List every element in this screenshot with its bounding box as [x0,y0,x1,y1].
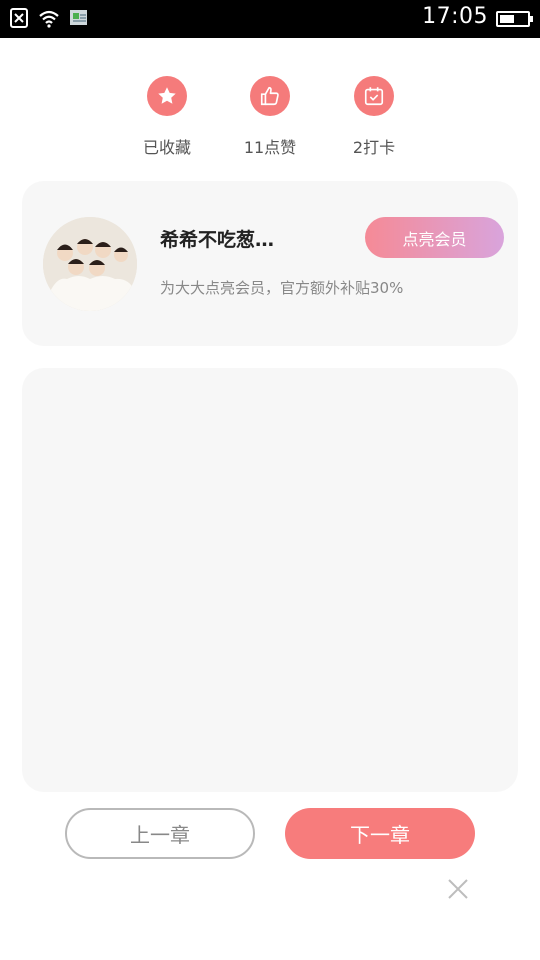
like-label: 11点赞 [243,138,297,157]
sim-off-icon [10,8,28,28]
avatar-group-photo [43,217,137,311]
wifi-icon [39,10,59,28]
author-card: 希希不吃葱… 点亮会员 为大大点亮会员，官方额外补贴30% [22,181,518,346]
content-card [22,368,518,792]
checkin-label: 2打卡 [352,138,396,157]
avatar[interactable] [43,217,137,311]
calendar-check-icon [364,87,384,106]
checkin-action[interactable]: 2打卡 [334,76,414,158]
author-description: 为大大点亮会员，官方额外补贴30% [160,279,404,297]
action-row: 已收藏 11点赞 2打卡 [0,76,540,166]
download-notification-icon [70,10,87,25]
battery-icon [496,11,533,27]
favorite-action[interactable]: 已收藏 [127,76,207,158]
like-button[interactable] [250,76,290,116]
clock: 17:05 [422,4,488,29]
favorite-button[interactable] [147,76,187,116]
next-chapter-button[interactable]: 下一章 [285,808,475,859]
battery-level [500,15,515,23]
star-icon [158,87,176,104]
author-name[interactable]: 希希不吃葱… [160,225,274,252]
favorite-label: 已收藏 [142,138,191,157]
status-icons [8,7,90,29]
prev-chapter-button[interactable]: 上一章 [65,808,255,859]
status-bar: 17:05 [0,0,540,38]
close-icon[interactable] [446,877,470,901]
vip-button[interactable]: 点亮会员 [365,217,504,258]
checkin-button[interactable] [354,76,394,116]
thumbs-up-icon [260,86,279,106]
like-action[interactable]: 11点赞 [230,76,310,158]
